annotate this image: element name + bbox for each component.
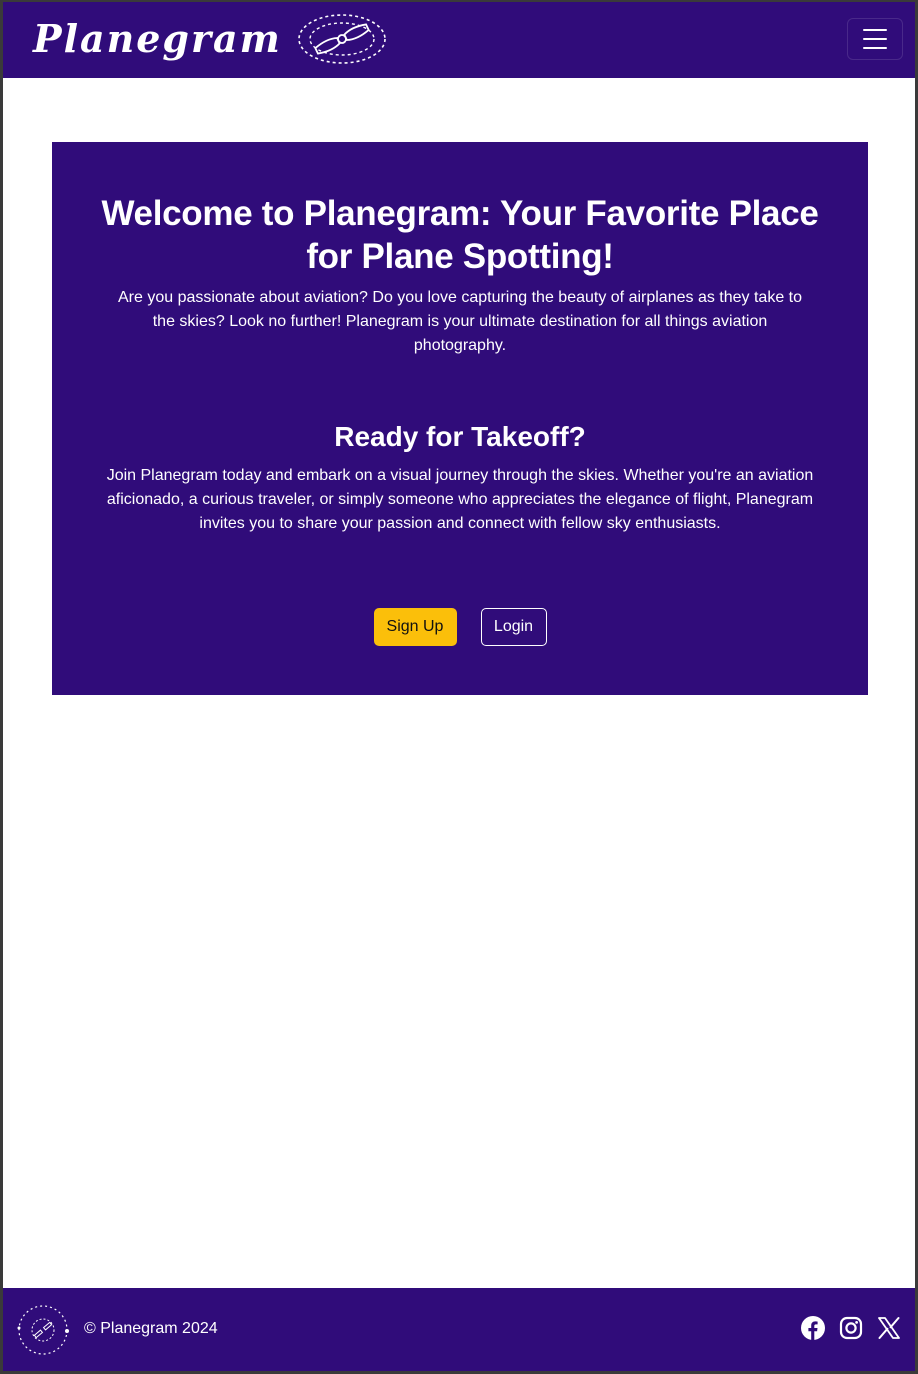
hamburger-menu-icon-bar [863,47,887,49]
facebook-link[interactable] [801,1316,825,1340]
social-links [801,1316,901,1340]
brand-link[interactable]: Planegram [33,12,388,66]
facebook-icon [801,1316,825,1340]
copyright-text: © Planegram 2024 [84,1320,218,1337]
propeller-logo-icon [298,14,386,64]
instagram-icon [839,1316,863,1340]
brand-text: Planegram [33,16,282,61]
navbar-toggle-button[interactable] [847,18,903,60]
page-frame: Planegram Welcome to Planegram: Your Fav… [3,2,915,1371]
footer-logo-icon [17,1305,69,1355]
hamburger-menu-icon-bar [863,38,887,40]
hero-join-text: Join Planegram today and embark on a vis… [106,467,814,532]
signup-button[interactable]: Sign Up [373,608,457,646]
navbar: Planegram [3,2,915,78]
hero-subtitle: Ready for Takeoff? [334,421,586,452]
hero-intro-text: Are you passionate about aviation? Do yo… [118,289,802,354]
x-twitter-icon [878,1317,900,1339]
login-button[interactable]: Login [480,608,547,646]
hero-section: Welcome to Planegram: Your Favorite Plac… [52,142,868,695]
hero-title: Welcome to Planegram: Your Favorite Plac… [101,194,819,276]
hamburger-menu-icon [863,29,887,31]
hero-actions: Sign Up Login [52,608,868,646]
x-twitter-link[interactable] [877,1316,901,1340]
footer: © Planegram 2024 [3,1288,915,1371]
instagram-link[interactable] [839,1316,863,1340]
